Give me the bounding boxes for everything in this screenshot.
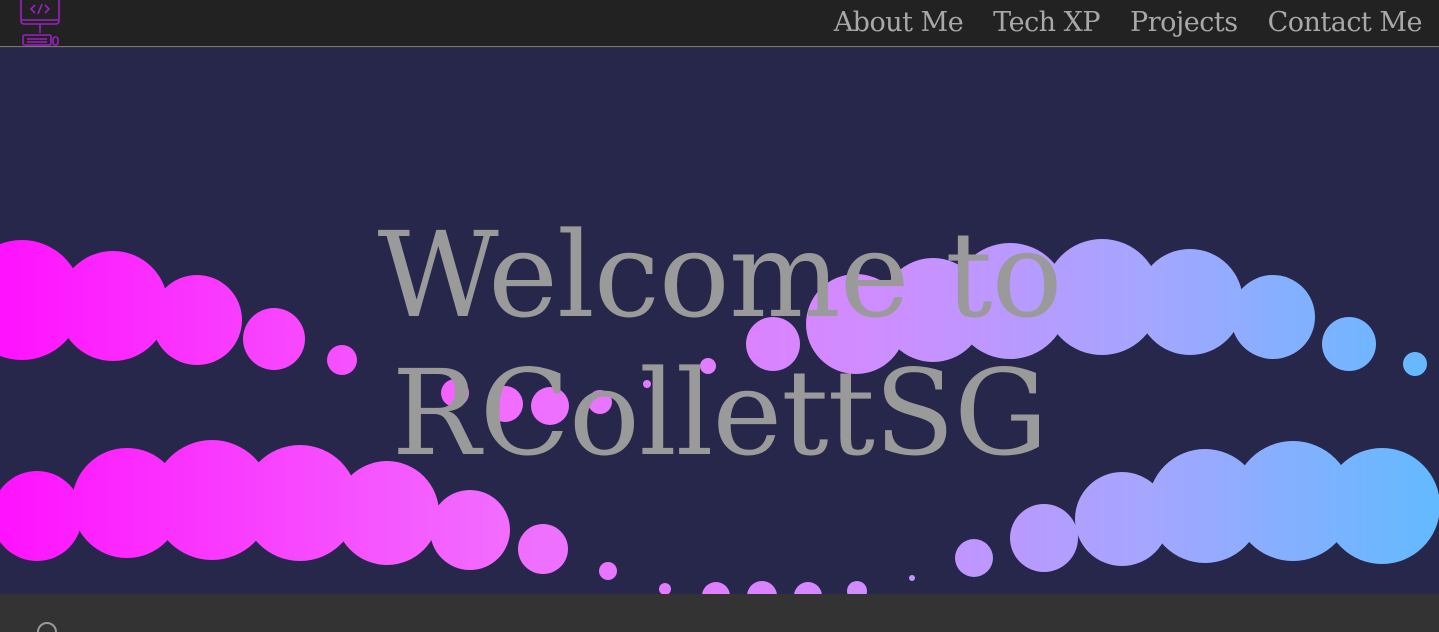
nav-link-about-me[interactable]: About Me	[834, 7, 964, 38]
hero-section: Welcome to RCollettSG	[0, 48, 1439, 594]
hero-title-line-2: RCollettSG	[391, 344, 1048, 482]
nav-link-projects[interactable]: Projects	[1130, 7, 1238, 38]
hero-title-line-1: Welcome to	[377, 206, 1062, 344]
hero-title: Welcome to RCollettSG	[0, 206, 1439, 482]
next-section-strip	[0, 594, 1439, 632]
monitor-code-icon[interactable]	[18, 0, 62, 47]
nav-link-contact-me[interactable]: Contact Me	[1268, 7, 1423, 38]
nav-link-tech-xp[interactable]: Tech XP	[993, 7, 1100, 38]
nav-links: About Me Tech XP Projects Contact Me	[834, 0, 1423, 44]
circle-icon	[37, 622, 57, 632]
navbar: About Me Tech XP Projects Contact Me	[0, 0, 1439, 47]
